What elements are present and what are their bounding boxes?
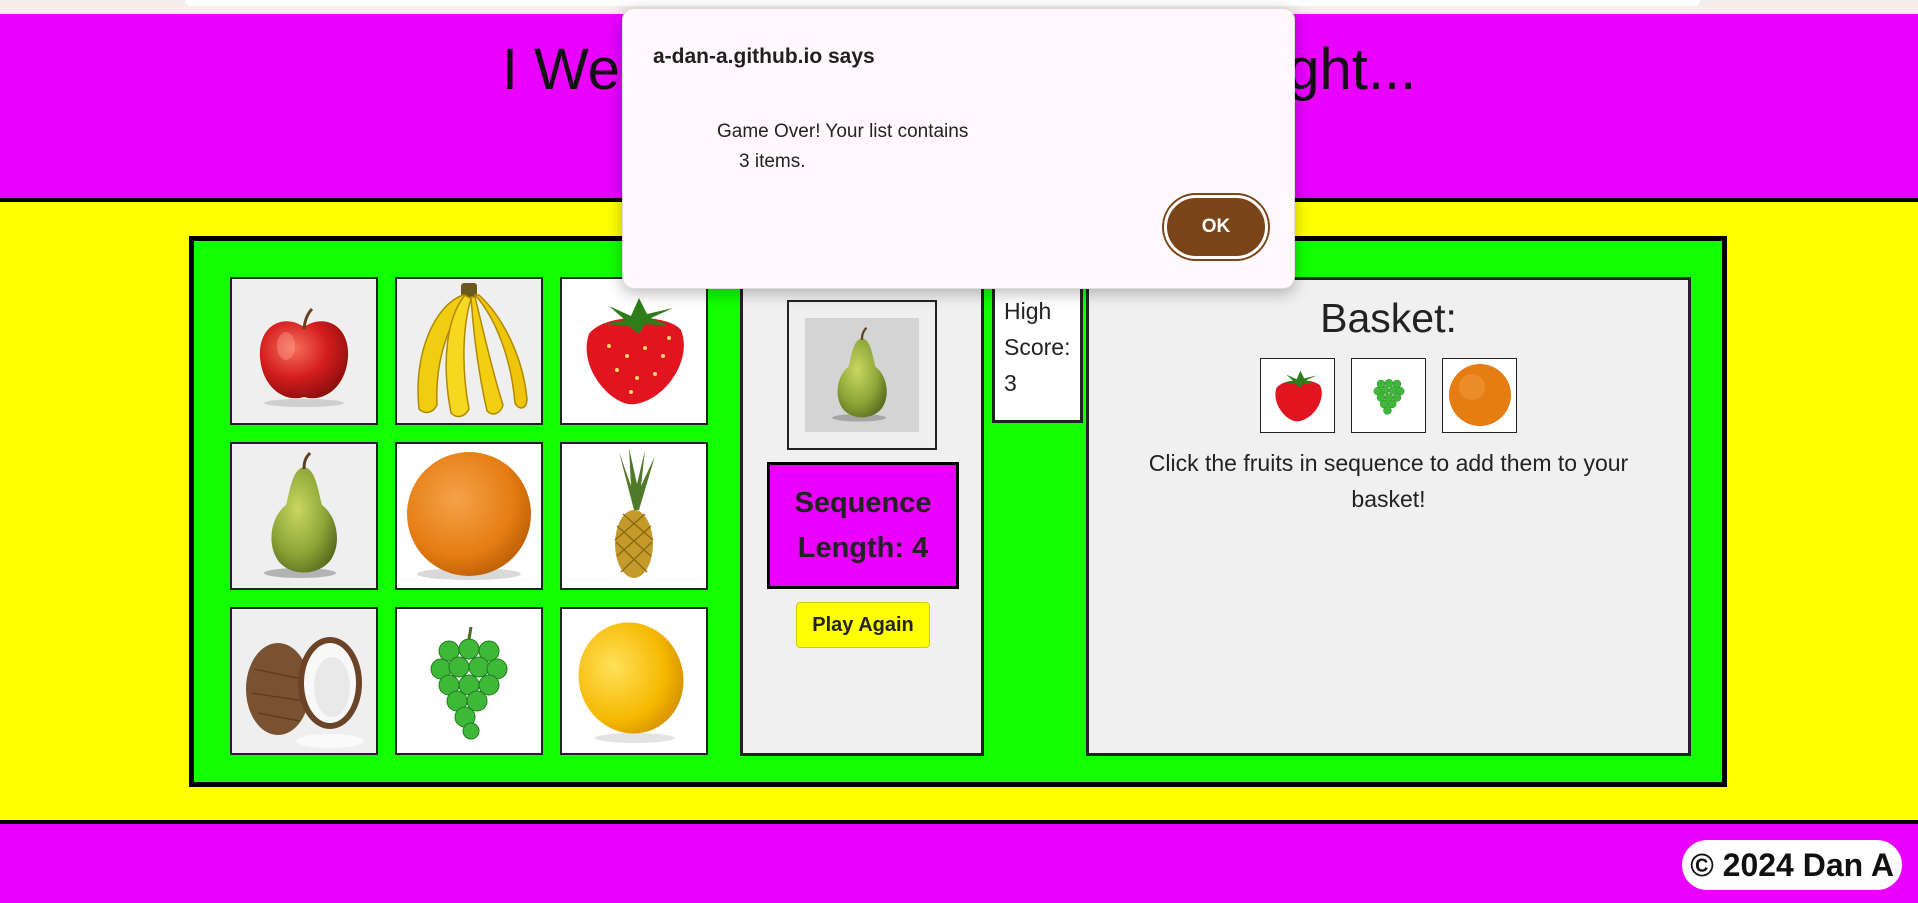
- basket-title: Basket:: [1320, 295, 1457, 341]
- sequence-length-label: Sequence: [794, 486, 932, 519]
- dialog-message-line-1: Game Over! Your list contains: [717, 121, 969, 142]
- coconut-icon: [246, 637, 364, 748]
- basket-item-strawberry: [1260, 358, 1335, 433]
- copyright-badge: © 2024 Dan A: [1682, 840, 1902, 890]
- orange-icon: [407, 452, 531, 580]
- fruit-tile-pear[interactable]: [230, 442, 378, 590]
- grapes-icon: [430, 626, 508, 740]
- banana-icon: [417, 283, 528, 418]
- pear-icon: [832, 326, 887, 422]
- fruit-tile-orange[interactable]: [395, 442, 543, 590]
- fruit-grid: [230, 277, 708, 755]
- high-score-box: High Score: 3: [992, 277, 1083, 423]
- fruit-tile-banana[interactable]: [395, 277, 543, 425]
- game-stage: Sequence Length: 4 Play Again High Score…: [189, 236, 1727, 787]
- fruit-tile-pineapple[interactable]: [560, 442, 708, 590]
- ok-button[interactable]: OK: [1164, 195, 1268, 259]
- lemon-icon: [578, 622, 684, 743]
- sequence-length-value: Length: 4: [797, 531, 929, 564]
- pineapple-icon: [614, 448, 655, 578]
- play-again-button[interactable]: Play Again: [796, 602, 930, 648]
- footer: © 2024 Dan A: [0, 820, 1918, 903]
- fruit-tile-strawberry[interactable]: [560, 277, 708, 425]
- high-score-value: 3: [1004, 370, 1017, 396]
- fruit-tile-grapes[interactable]: [395, 607, 543, 755]
- grapes-icon: [1373, 378, 1404, 415]
- sequence-preview-frame: [805, 318, 919, 432]
- high-score-label-2: Score:: [1004, 334, 1071, 360]
- sequence-length-box: Sequence Length: 4: [767, 462, 959, 589]
- fruit-tile-coconut[interactable]: [230, 607, 378, 755]
- basket-instructions: Click the fruits in sequence to add them…: [1148, 450, 1629, 512]
- dialog-title: a-dan-a.github.io says: [653, 45, 875, 68]
- high-score-label-1: High: [1004, 298, 1052, 324]
- dialog-message-line-2: 3 items.: [739, 151, 806, 172]
- sequence-panel: Sequence Length: 4 Play Again: [740, 277, 984, 756]
- apple-icon: [259, 307, 349, 407]
- fruit-tile-apple[interactable]: [230, 277, 378, 425]
- basket-item-orange: [1442, 358, 1517, 433]
- strawberry-icon: [586, 298, 684, 405]
- strawberry-icon: [1274, 370, 1322, 421]
- fruit-tile-lemon[interactable]: [560, 607, 708, 755]
- dialog-message: Game Over! Your list contains 3 items.: [717, 117, 1017, 177]
- pear-icon: [264, 451, 337, 578]
- orange-icon: [1448, 363, 1511, 426]
- sequence-preview: [787, 300, 937, 450]
- basket-items: [1089, 358, 1688, 433]
- basket-panel: Basket: Click the fruits in sequence to …: [1086, 277, 1691, 756]
- browser-tab-edge: [185, 0, 1700, 6]
- basket-item-grapes: [1351, 358, 1426, 433]
- alert-dialog: a-dan-a.github.io says Game Over! Your l…: [622, 8, 1295, 289]
